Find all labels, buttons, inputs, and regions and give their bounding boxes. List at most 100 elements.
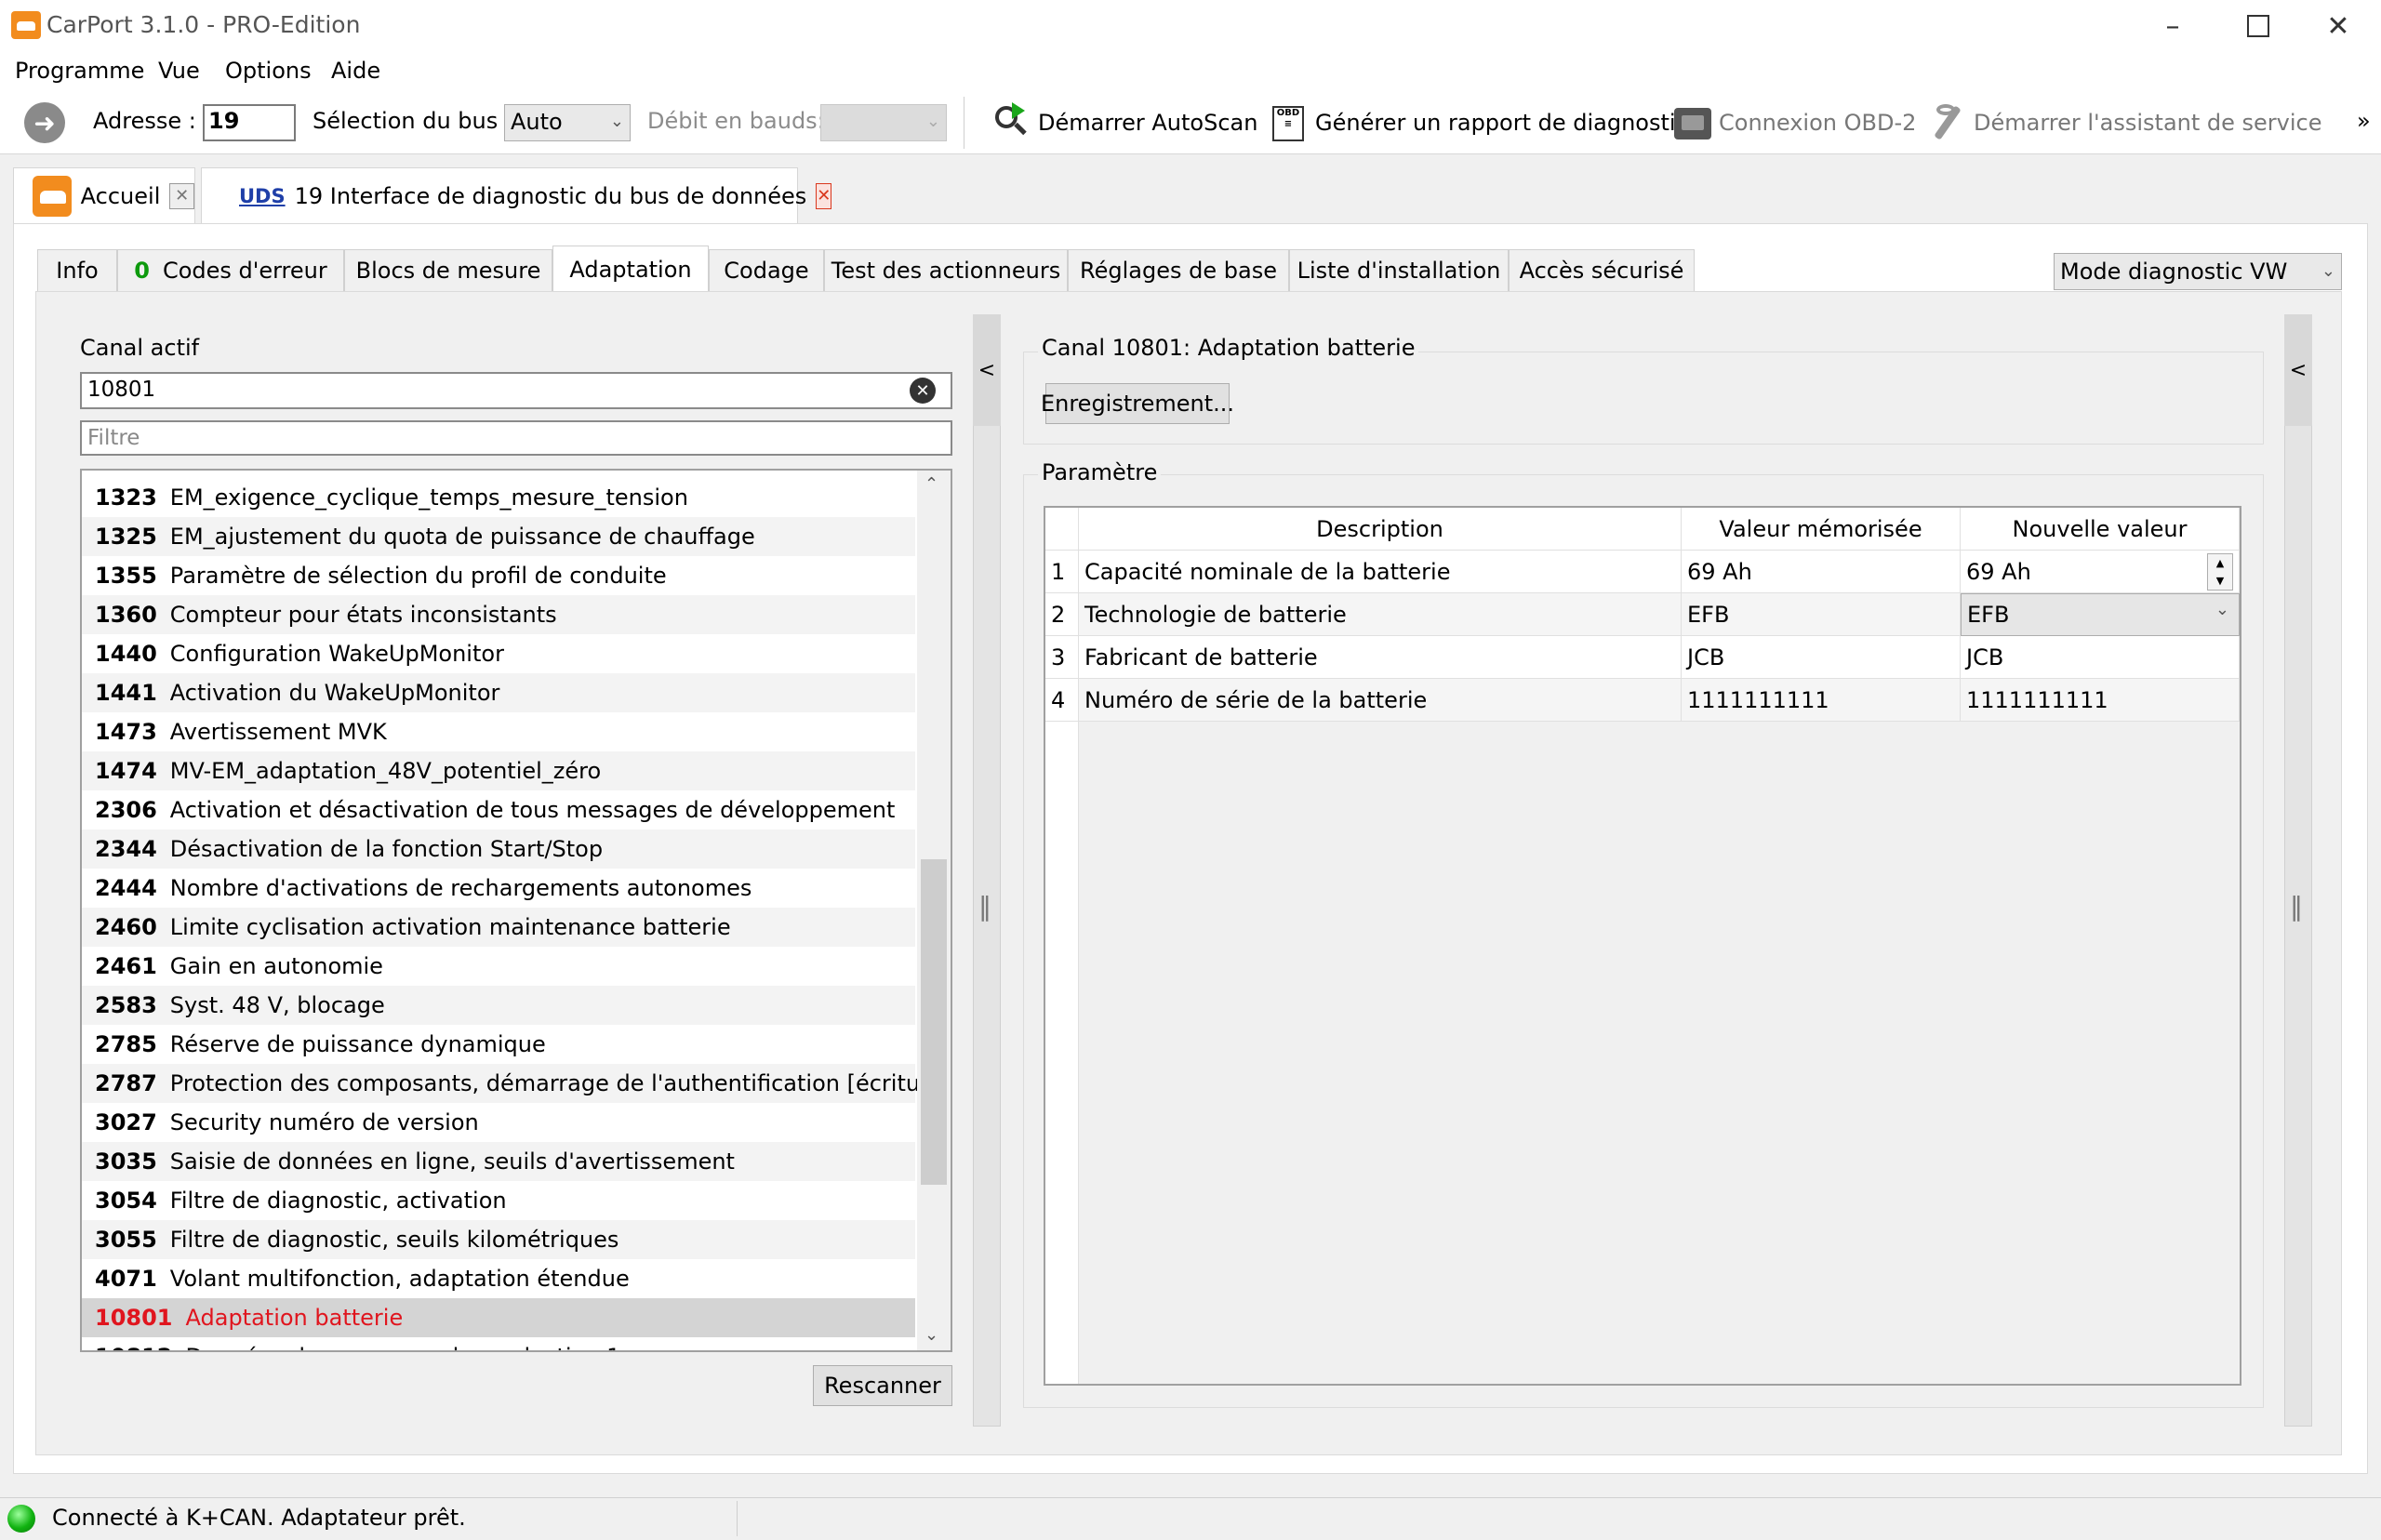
baud-select[interactable]: ⌄ xyxy=(820,104,947,141)
bus-label: Sélection du bus : xyxy=(313,108,512,134)
scrollbar-thumb[interactable] xyxy=(921,859,947,1185)
channel-row[interactable]: 2785 Réserve de puissance dynamique xyxy=(82,1025,915,1064)
channel-row[interactable]: 4071 Volant multifonction, adaptation éte… xyxy=(82,1259,915,1298)
param-new-value[interactable]: EFB ⌄ xyxy=(1961,593,2240,636)
channel-number: 1355 xyxy=(95,563,157,589)
channel-row[interactable]: 1360 Compteur pour états inconsistants xyxy=(82,595,915,634)
rescan-button[interactable]: Rescanner xyxy=(813,1365,952,1406)
channel-row[interactable]: 2461 Gain en autonomie xyxy=(82,947,915,986)
channel-row[interactable]: 2460 Limite cyclisation activation mainte… xyxy=(82,908,915,947)
menu-programme[interactable]: Programme xyxy=(15,58,144,84)
filter-input[interactable]: Filtre xyxy=(80,420,952,456)
channel-row[interactable]: 1355 Paramètre de sélection du profil de … xyxy=(82,556,915,595)
channel-row[interactable]: 3027 Security numéro de version xyxy=(82,1103,915,1142)
param-description-text: Technologie de batterie xyxy=(1084,601,1347,628)
channel-row[interactable]: 10801 Adaptation batterie xyxy=(82,1298,915,1337)
channel-row[interactable]: 3035 Saisie de données en ligne, seuils d… xyxy=(82,1142,915,1181)
param-new-value[interactable]: 69 Ah ▲ ▼ xyxy=(1961,551,2240,593)
minimize-button[interactable]: – xyxy=(2130,0,2215,52)
window-title: CarPort 3.1.0 - PRO-Edition xyxy=(47,11,361,38)
service-assistant-button[interactable]: Démarrer l'assistant de service xyxy=(1927,97,2322,149)
channel-name: Compteur pour états inconsistants xyxy=(169,602,557,628)
toolbar-overflow-button[interactable]: » xyxy=(2357,108,2371,134)
autoscan-button[interactable]: Démarrer AutoScan xyxy=(991,97,1257,149)
active-channel-input[interactable]: 10801 xyxy=(80,372,952,409)
go-arrow-icon[interactable]: ➜ xyxy=(24,102,65,143)
splitter-grip-icon: ‖ xyxy=(2290,891,2303,922)
channel-row[interactable]: 1440 Configuration WakeUpMonitor xyxy=(82,634,915,673)
tab-installation-list[interactable]: Liste d'installation xyxy=(1289,249,1509,292)
close-window-button[interactable]: ✕ xyxy=(2295,0,2381,52)
channel-number: 2583 xyxy=(95,992,157,1018)
channel-row[interactable]: 3055 Filtre de diagnostic, seuils kilomét… xyxy=(82,1220,915,1259)
collapse-left-icon[interactable]: < xyxy=(973,314,1001,426)
channel-row[interactable]: 3054 Filtre de diagnostic, activation xyxy=(82,1181,915,1220)
diagnostic-mode-select[interactable]: Mode diagnostic VW ⌄ xyxy=(2054,253,2342,290)
channel-name: Nombre d'activations de rechargements au… xyxy=(169,875,752,901)
doc-tab-home[interactable]: Accueil ✕ xyxy=(13,167,195,223)
bus-select[interactable]: Auto ⌄ xyxy=(504,104,631,141)
channel-row[interactable]: 2787 Protection des composants, démarrage… xyxy=(82,1064,951,1103)
tab-measurement-blocks[interactable]: Blocs de mesure xyxy=(344,249,552,292)
tab-secure-access[interactable]: Accès sécurisé xyxy=(1509,249,1695,292)
param-index: 2 xyxy=(1045,593,1079,636)
menu-vue[interactable]: Vue xyxy=(158,58,200,84)
close-icon[interactable]: ✕ xyxy=(169,182,194,209)
param-index-text: 2 xyxy=(1051,601,1066,628)
channel-number: 2785 xyxy=(95,1031,157,1057)
channel-row[interactable]: 1473 Avertissement MVK xyxy=(82,712,915,751)
chevron-down-icon: ⌄ xyxy=(2215,600,2229,619)
channel-row[interactable]: 1474 MV-EM_adaptation_48V_potentiel_zéro xyxy=(82,751,915,790)
chevron-down-icon: ⌄ xyxy=(609,112,624,131)
channel-name: Syst. 48 V, blocage xyxy=(169,992,385,1018)
menu-aide[interactable]: Aide xyxy=(331,58,380,84)
channel-list[interactable]: 1323 EM_exigence_cyclique_temps_mesure_te… xyxy=(80,469,952,1352)
autoscan-label: Démarrer AutoScan xyxy=(1038,110,1258,136)
collapse-right-icon[interactable]: < xyxy=(2284,314,2312,426)
channel-name: Avertissement MVK xyxy=(169,719,387,745)
param-new-value[interactable]: 1111111111 xyxy=(1961,679,2240,722)
param-index: 1 xyxy=(1045,551,1079,593)
list-scrollbar[interactable]: ⌃ ⌄ xyxy=(917,471,951,1350)
maximize-button[interactable] xyxy=(2215,0,2301,52)
diagnostic-report-button[interactable]: OBD ≡ Générer un rapport de diagnostic xyxy=(1269,97,1688,149)
address-input[interactable]: 19 xyxy=(203,104,296,141)
scroll-up-icon[interactable]: ⌃ xyxy=(924,474,938,494)
doc-tab-interface[interactable]: UDS 19 Interface de diagnostic du bus de… xyxy=(201,167,832,223)
channel-row[interactable]: 1323 EM_exigence_cyclique_temps_mesure_te… xyxy=(82,478,915,517)
channel-name: Adaptation batterie xyxy=(185,1305,404,1331)
channel-row[interactable]: 2444 Nombre d'activations de rechargement… xyxy=(82,869,915,908)
channel-row[interactable]: 2344 Désactivation de la fonction Start/S… xyxy=(82,830,915,869)
channel-number: 1474 xyxy=(95,758,157,784)
scroll-down-icon[interactable]: ⌄ xyxy=(924,1325,938,1345)
param-stored-value: EFB xyxy=(1682,593,1961,636)
param-new-value[interactable]: JCB xyxy=(1961,636,2240,679)
obd2-connect-button[interactable]: Connexion OBD-2 xyxy=(1672,97,1916,149)
channel-row[interactable]: 1325 EM_ajustement du quota de puissance … xyxy=(82,517,915,556)
param-stored-value: 1111111111 xyxy=(1682,679,1961,722)
spinner-icon[interactable]: ▲ ▼ xyxy=(2207,553,2233,591)
channel-name: Activation et désactivation de tous mess… xyxy=(169,797,896,823)
tab-actuator-test[interactable]: Test des actionneurs xyxy=(824,249,1068,292)
channel-name: Gain en autonomie xyxy=(169,953,383,979)
param-new-value-text: 1111111111 xyxy=(1966,686,2108,713)
tab-info[interactable]: Info xyxy=(37,249,117,292)
channel-row[interactable]: 1441 Activation du WakeUpMonitor xyxy=(82,673,915,712)
menu-options[interactable]: Options xyxy=(225,58,312,84)
tab-basic-settings[interactable]: Réglages de base xyxy=(1068,249,1289,292)
channel-number: 2461 xyxy=(95,953,157,979)
channel-name: Configuration WakeUpMonitor xyxy=(169,641,504,667)
tab-error-codes[interactable]: 0 Codes d'erreur xyxy=(117,249,344,292)
carport-app-icon xyxy=(11,11,41,39)
right-splitter[interactable] xyxy=(2284,314,2312,1427)
left-splitter[interactable] xyxy=(973,314,1001,1427)
save-recording-button[interactable]: Enregistrement... xyxy=(1041,383,1234,424)
clear-icon[interactable]: ✕ xyxy=(910,378,936,404)
channel-row[interactable]: 2306 Activation et désactivation de tous … xyxy=(82,790,915,830)
param-description: Fabricant de batterie xyxy=(1079,636,1682,679)
tab-coding[interactable]: Codage xyxy=(709,249,824,292)
tab-adaptation[interactable]: Adaptation xyxy=(552,246,709,294)
close-icon[interactable]: ✕ xyxy=(816,182,832,209)
channel-row[interactable]: 10812 Données de processus de production … xyxy=(82,1337,915,1350)
channel-row[interactable]: 2583 Syst. 48 V, blocage xyxy=(82,986,915,1025)
